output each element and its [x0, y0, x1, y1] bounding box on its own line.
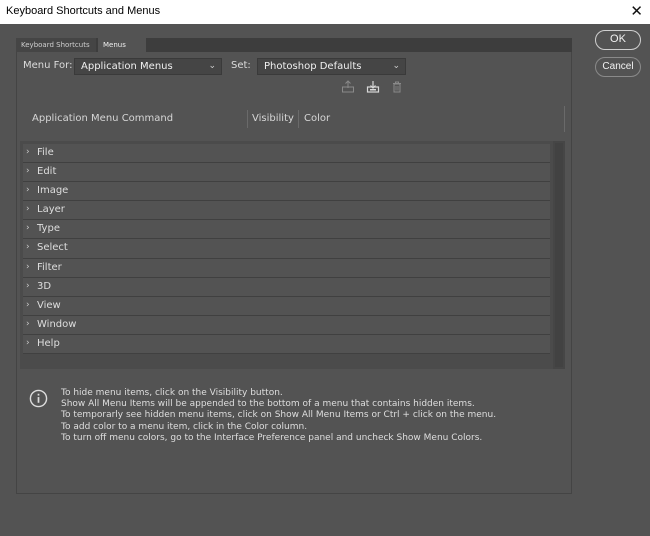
chevron-right-icon[interactable]: ›	[26, 185, 30, 195]
tab-strip: Keyboard Shortcuts Menus	[16, 38, 572, 52]
set-value: Photoshop Defaults	[264, 61, 362, 72]
set-dropdown[interactable]: Photoshop Defaults ⌄	[257, 58, 406, 75]
info-line: To turn off menu colors, go to the Inter…	[61, 432, 483, 443]
chevron-right-icon[interactable]: ›	[26, 300, 30, 310]
column-color[interactable]: Color	[304, 113, 330, 124]
menu-command-list: › File › Edit › Image › Layer › Type › Select › Filte…	[20, 141, 565, 369]
chevron-right-icon[interactable]: ›	[26, 242, 30, 252]
menu-row-label: Image	[37, 185, 69, 197]
info-icon	[29, 389, 48, 408]
menu-row-label: Help	[37, 337, 60, 349]
menu-row[interactable]: › 3D	[23, 277, 550, 297]
menu-row[interactable]: › View	[23, 296, 550, 316]
menu-row-label: Layer	[37, 204, 65, 216]
menu-row[interactable]: › Type	[23, 220, 550, 240]
info-line: To add color to a menu item, click in th…	[61, 421, 308, 432]
save-set-icon[interactable]	[341, 80, 355, 94]
chevron-right-icon[interactable]: ›	[26, 338, 30, 348]
menu-row[interactable]: › File	[23, 144, 550, 164]
scrollbar-thumb[interactable]	[555, 143, 563, 367]
chevron-down-icon: ⌄	[392, 61, 400, 71]
menu-rows: › File › Edit › Image › Layer › Type › Select › Filte…	[23, 144, 550, 355]
chevron-right-icon[interactable]: ›	[26, 204, 30, 214]
chevron-right-icon[interactable]: ›	[26, 223, 30, 233]
menu-row-label: 3D	[37, 280, 52, 292]
menu-row-label: Window	[37, 318, 77, 330]
window-title: Keyboard Shortcuts and Menus	[6, 5, 161, 17]
column-divider	[298, 110, 299, 128]
menu-row[interactable]: › Layer	[23, 201, 550, 221]
menu-row-label: File	[37, 147, 54, 158]
info-line: To temporarly see hidden menu items, cli…	[61, 410, 497, 421]
chevron-right-icon[interactable]: ›	[26, 147, 30, 157]
ok-button[interactable]: OK	[595, 30, 641, 50]
column-visibility[interactable]: Visibility	[252, 113, 294, 124]
menu-row-label: Type	[37, 223, 60, 235]
menu-row[interactable]: › Filter	[23, 258, 550, 278]
tab-keyboard-shortcuts[interactable]: Keyboard Shortcuts	[16, 38, 96, 52]
close-icon[interactable]: ✕	[630, 2, 643, 20]
menu-for-dropdown[interactable]: Application Menus ⌄	[74, 58, 222, 75]
menu-row[interactable]: › Image	[23, 182, 550, 202]
cancel-button[interactable]: Cancel	[595, 57, 641, 77]
menu-row[interactable]: › Edit	[23, 163, 550, 183]
menu-row-label: View	[37, 299, 61, 311]
set-label: Set:	[231, 60, 251, 71]
menu-row-label: Select	[37, 242, 68, 254]
chevron-right-icon[interactable]: ›	[26, 319, 30, 329]
save-set-as-icon[interactable]	[366, 80, 380, 94]
column-command[interactable]: Application Menu Command	[32, 113, 173, 124]
menu-for-label: Menu For:	[23, 60, 73, 71]
title-bar: Keyboard Shortcuts and Menus ✕	[0, 0, 650, 24]
info-text: To hide menu items, click on the Visibil…	[61, 388, 561, 444]
delete-set-icon[interactable]	[390, 80, 404, 94]
column-header: Application Menu Command Visibility Colo…	[20, 106, 566, 132]
menu-row-label: Filter	[37, 261, 62, 273]
info-line: Show All Menu Items will be appended to …	[61, 399, 475, 410]
chevron-down-icon: ⌄	[208, 61, 216, 71]
chevron-right-icon[interactable]: ›	[26, 166, 30, 176]
info-line: To hide menu items, click on the Visibil…	[61, 388, 283, 398]
list-scrollbar[interactable]	[553, 141, 565, 369]
chevron-right-icon[interactable]: ›	[26, 262, 30, 272]
chevron-right-icon[interactable]: ›	[26, 281, 30, 291]
menu-row[interactable]: › Help	[23, 334, 550, 355]
menu-row[interactable]: › Select	[23, 239, 550, 259]
menu-row-label: Edit	[37, 166, 57, 178]
tab-menus[interactable]: Menus	[98, 38, 146, 52]
column-divider	[247, 110, 248, 128]
menu-for-value: Application Menus	[81, 61, 173, 72]
menu-row[interactable]: › Window	[23, 315, 550, 335]
column-divider	[564, 106, 565, 132]
